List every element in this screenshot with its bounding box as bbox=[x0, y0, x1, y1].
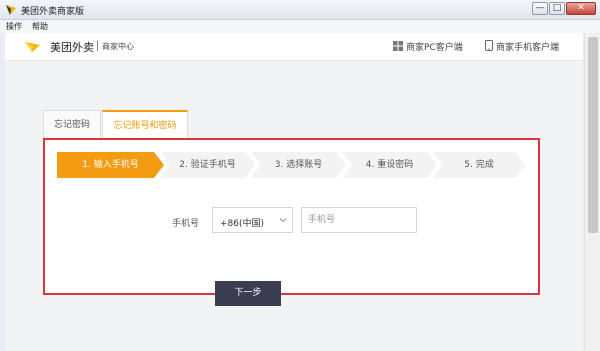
chevron-down-icon bbox=[279, 218, 287, 223]
menu-bar: 操作 帮助 bbox=[0, 20, 600, 33]
step-indicator: 1. 输入手机号 2. 验证手机号 3. 选择账号 4. 重设密码 5. 完成 bbox=[55, 152, 525, 178]
brand-subtitle: 商家中心 bbox=[102, 42, 134, 51]
phone-number-input[interactable] bbox=[301, 207, 417, 233]
windows-icon bbox=[393, 41, 403, 51]
menu-item-help[interactable]: 帮助 bbox=[32, 21, 48, 32]
brand-separator bbox=[97, 41, 98, 51]
tab-forgot-password[interactable]: 忘记密码 bbox=[43, 110, 101, 138]
country-code-value: +86(中国) bbox=[220, 219, 265, 229]
step-verify-phone: 2. 验证手机号 bbox=[160, 152, 255, 178]
step-enter-phone: 1. 输入手机号 bbox=[57, 152, 164, 178]
brand-title: 美团外卖 bbox=[50, 41, 94, 54]
meituan-logo-icon bbox=[6, 5, 16, 15]
vertical-scrollbar[interactable] bbox=[584, 33, 600, 351]
step-select-account: 3. 选择账号 bbox=[251, 152, 346, 178]
maximize-button[interactable]: □ bbox=[549, 2, 565, 15]
phone-field-label: 手机号 bbox=[172, 219, 200, 229]
mobile-client-link[interactable]: 商家手机客户端 bbox=[496, 40, 559, 53]
window-title: 美团外卖商家版 bbox=[21, 7, 85, 17]
menu-item-operate[interactable]: 操作 bbox=[6, 21, 22, 32]
page-header: 美团外卖 商家中心 商家PC客户端 商家手机客户端 bbox=[5, 33, 583, 61]
step-reset-password: 4. 重设密码 bbox=[342, 152, 437, 178]
minimize-button[interactable]: — bbox=[532, 2, 548, 15]
close-button[interactable]: ✕ bbox=[566, 2, 596, 15]
tab-forgot-account-and-password[interactable]: 忘记账号和密码 bbox=[102, 110, 188, 138]
scrollbar-thumb[interactable] bbox=[588, 37, 598, 233]
pc-client-link[interactable]: 商家PC客户端 bbox=[406, 40, 463, 53]
meituan-logo-icon bbox=[25, 42, 40, 52]
next-step-button[interactable]: 下一步 bbox=[215, 281, 281, 306]
step-complete: 5. 完成 bbox=[433, 152, 525, 178]
mobile-phone-icon bbox=[485, 40, 493, 51]
window-titlebar: 美团外卖商家版 — □ ✕ bbox=[0, 0, 600, 20]
country-code-select[interactable]: +86(中国) bbox=[212, 207, 293, 233]
